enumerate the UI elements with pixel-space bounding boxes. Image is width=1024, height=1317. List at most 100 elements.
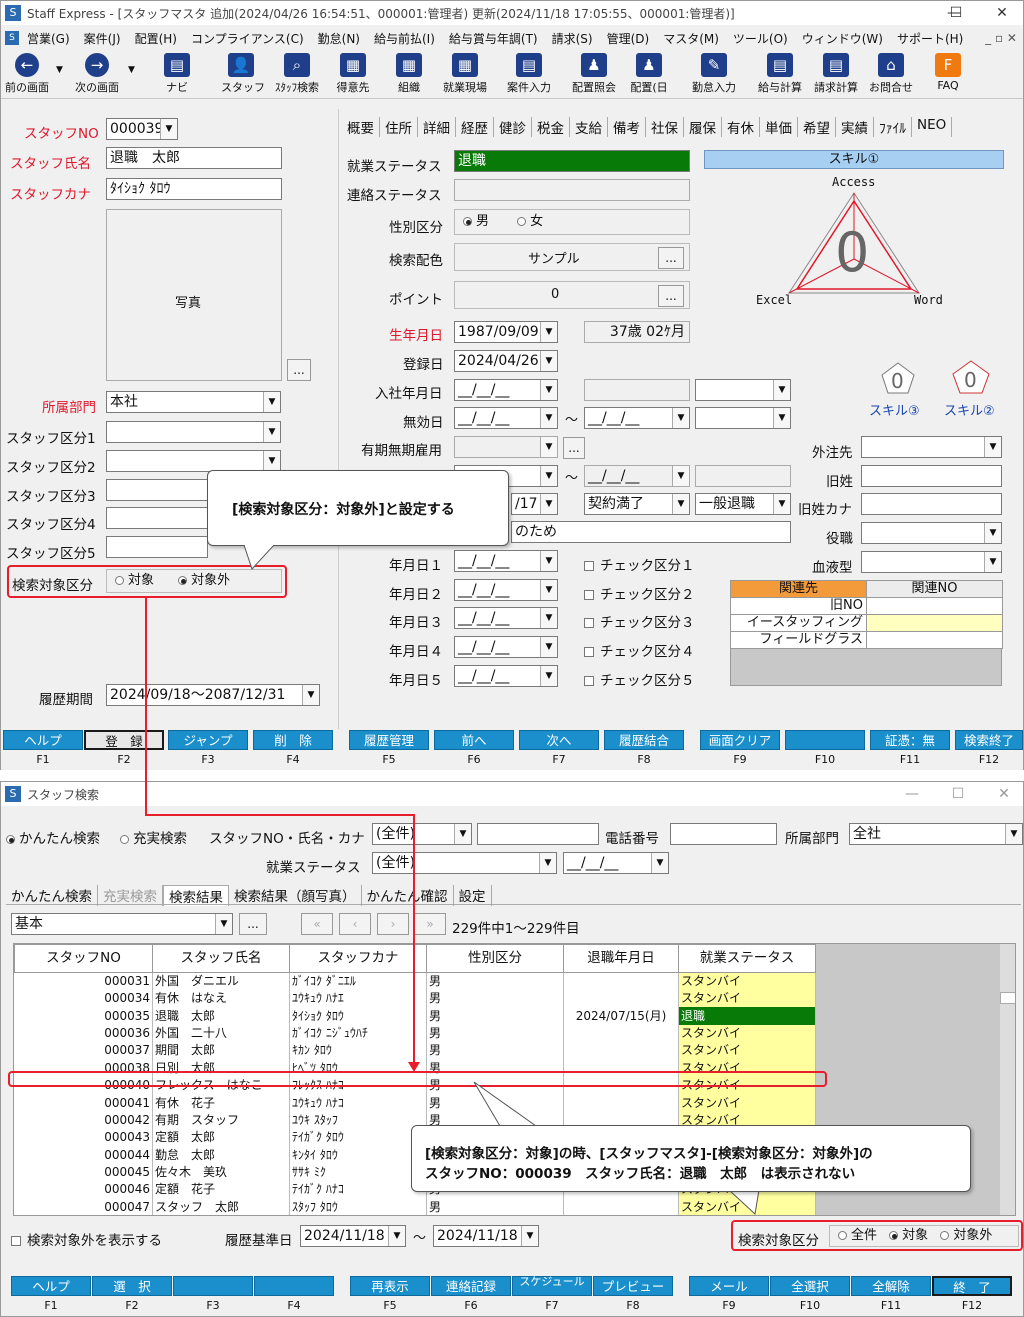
menu-item[interactable]: ウィンドウ(W) xyxy=(802,30,883,47)
close-icon[interactable]: ✕ xyxy=(979,1,1024,25)
search-color-button[interactable]: ... xyxy=(658,247,684,269)
base-date-to[interactable]: 2024/11/18 ▼ xyxy=(433,1225,539,1247)
related-no[interactable] xyxy=(866,597,1003,615)
schedule-button[interactable]: スケジュール xyxy=(512,1276,592,1296)
delete-button[interactable]: 削 除 xyxy=(253,730,333,750)
ymd5-field[interactable]: __/__/__ ▼ xyxy=(454,665,558,687)
table-row[interactable]: 000031 外国 ダニエル ｶﾞｲｺｸ ﾀﾞﾆｴﾙ男 スタンバイ xyxy=(14,972,816,990)
skill2-icon[interactable]: 0 xyxy=(951,359,991,395)
tab-remarks[interactable]: 備考 xyxy=(608,117,646,137)
tab-file[interactable]: ﾌｧｲﾙ xyxy=(874,117,912,137)
tab-results[interactable]: 実績 xyxy=(836,117,874,137)
contract-period-to[interactable]: __/__/__ ▼ xyxy=(584,465,690,487)
contact-status-field[interactable] xyxy=(454,179,690,201)
retire-note-field[interactable]: のため xyxy=(511,521,791,543)
staff-kubun3-select[interactable] xyxy=(106,479,208,501)
select-button[interactable]: 選 択 xyxy=(92,1276,172,1296)
tab-social-insurance[interactable]: 社保 xyxy=(646,117,684,137)
tab-career[interactable]: 経歴 xyxy=(456,117,494,137)
check5[interactable]: チェック区分５ xyxy=(584,669,695,689)
related-row[interactable]: フィールドグラス xyxy=(730,631,1003,649)
tab-checkup[interactable]: 健診 xyxy=(494,117,532,137)
menu-item[interactable]: 案件(J) xyxy=(84,30,121,47)
tab-detail[interactable]: 詳細 xyxy=(418,117,456,137)
clear-screen-button[interactable]: 画面クリア xyxy=(700,730,780,750)
search-help-button[interactable]: ヘルプ xyxy=(11,1276,91,1296)
join-type-select[interactable]: ▼ xyxy=(695,379,791,401)
col-work-status[interactable]: 就業ステータス xyxy=(678,944,816,973)
col-staff-kana[interactable]: スタッフカナ xyxy=(289,944,427,973)
tab-payment[interactable]: 支給 xyxy=(570,117,608,137)
ymd2-field[interactable]: __/__/__ ▼ xyxy=(454,579,558,601)
gender-female-radio[interactable]: 女 xyxy=(517,214,543,229)
first-page-button[interactable]: « xyxy=(301,913,333,935)
history-manage-button[interactable]: 履歴管理 xyxy=(349,730,429,750)
grid-scroll-thumb[interactable] xyxy=(1000,992,1015,1004)
related-no[interactable] xyxy=(866,631,1003,649)
staff-button[interactable]: 👤 スタッフ xyxy=(221,53,265,95)
history-select[interactable]: 2024/09/18～2087/12/31 ▼ xyxy=(106,684,320,706)
menu-item[interactable]: 管理(D) xyxy=(607,30,650,47)
check2[interactable]: チェック区分２ xyxy=(584,583,695,603)
register-button[interactable]: 登 録 xyxy=(84,730,164,750)
tab-overview[interactable]: 概要 xyxy=(342,117,380,137)
check3[interactable]: チェック区分３ xyxy=(584,611,695,631)
table-row[interactable]: 000037 期間 太郎 ｷｶﾝ ﾀﾛｳ男 スタンバイ xyxy=(14,1042,816,1060)
inquiry-button[interactable]: ⌂ お問合せ xyxy=(867,53,915,95)
tab-address[interactable]: 住所 xyxy=(380,117,418,137)
next-page-button[interactable]: › xyxy=(377,913,409,935)
close-icon[interactable]: ✕ xyxy=(981,782,1024,806)
col-gender[interactable]: 性別区分 xyxy=(426,944,564,973)
outside-select[interactable]: ▼ xyxy=(861,436,1002,458)
search-end-button[interactable]: 検索終了 xyxy=(955,730,1023,750)
maximize-icon[interactable]: ☐ xyxy=(935,782,981,806)
col-staff-name[interactable]: スタッフ氏名 xyxy=(152,944,290,973)
search-status-date[interactable]: __/__/__ ▼ xyxy=(563,852,669,874)
menu-item[interactable]: 勤怠(N) xyxy=(318,30,360,47)
forward-button[interactable]: → 次の画面 xyxy=(73,53,121,95)
ymd4-field[interactable]: __/__/__ ▼ xyxy=(454,636,558,658)
next-button[interactable]: 次へ xyxy=(519,730,599,750)
org-button[interactable]: ▦ 組織 xyxy=(389,53,429,95)
col-staff-no[interactable]: スタッフNO xyxy=(14,944,153,973)
gender-male-radio[interactable]: 男 xyxy=(463,214,489,229)
back-button[interactable]: ← 前の画面 xyxy=(3,53,51,95)
skill3-icon[interactable]: 0 xyxy=(880,361,916,395)
minimize-icon[interactable]: — xyxy=(889,782,935,806)
invalid-date-from[interactable]: __/__/__ ▼ xyxy=(454,407,558,429)
last-page-button[interactable]: » xyxy=(414,913,446,935)
table-row[interactable]: 000041 有休 花子 ﾕｳｷｭｳ ﾊﾅｺ男スタンバイ xyxy=(14,1094,816,1112)
select-all-button[interactable]: 全選択 xyxy=(770,1276,850,1296)
payroll-button[interactable]: ▤ 給与計算 xyxy=(753,53,807,95)
help-button[interactable]: ヘルプ xyxy=(3,730,83,750)
related-row[interactable]: イースタッフィング xyxy=(730,614,1003,632)
col-retire-date[interactable]: 退職年月日 xyxy=(563,944,679,973)
tab-employment-insurance[interactable]: 履保 xyxy=(684,117,722,137)
skill3-label[interactable]: スキル③ xyxy=(869,400,920,419)
search-status-select[interactable]: (全件) ▼ xyxy=(372,852,557,874)
tab-search-result-photo[interactable]: 検索結果（顔写真） xyxy=(229,885,362,906)
tab-easy-confirm[interactable]: かんたん確認 xyxy=(362,885,454,906)
easy-search-radio[interactable]: かんたん検索 xyxy=(6,827,100,847)
tab-wish[interactable]: 希望 xyxy=(798,117,836,137)
menu-item[interactable]: ツール(O) xyxy=(733,30,788,47)
post-select[interactable]: ▼ xyxy=(861,522,1002,544)
tab-paid-leave[interactable]: 有休 xyxy=(722,117,760,137)
staff-no-select[interactable]: 000039 ▼ xyxy=(106,118,178,140)
back-dropdown-icon[interactable]: ▼ xyxy=(56,65,63,75)
search-dept-select[interactable]: 全社 ▼ xyxy=(849,823,1023,845)
menu-item[interactable]: マスタ(M) xyxy=(663,30,719,47)
restore-icon[interactable]: ☐ xyxy=(933,1,979,25)
fixed-term-select[interactable]: ▼ xyxy=(454,436,558,458)
staff-kubun2-select[interactable]: ▼ xyxy=(106,450,281,472)
retire-type-select[interactable]: 一般退職 ▼ xyxy=(695,493,791,515)
menu-item[interactable]: 営業(G) xyxy=(27,30,70,47)
attendance-button[interactable]: ✎ 勤怠入力 xyxy=(687,53,741,95)
related-no[interactable] xyxy=(866,614,1003,632)
f3-button[interactable] xyxy=(173,1276,253,1296)
tab-full-search[interactable]: 充実検索 xyxy=(98,885,163,906)
work-status-field[interactable]: 退職 xyxy=(454,150,690,172)
blood-select[interactable]: ▼ xyxy=(861,551,1002,573)
menu-item[interactable]: コンプライアンス(C) xyxy=(191,30,304,47)
tab-unit-price[interactable]: 単価 xyxy=(760,117,798,137)
